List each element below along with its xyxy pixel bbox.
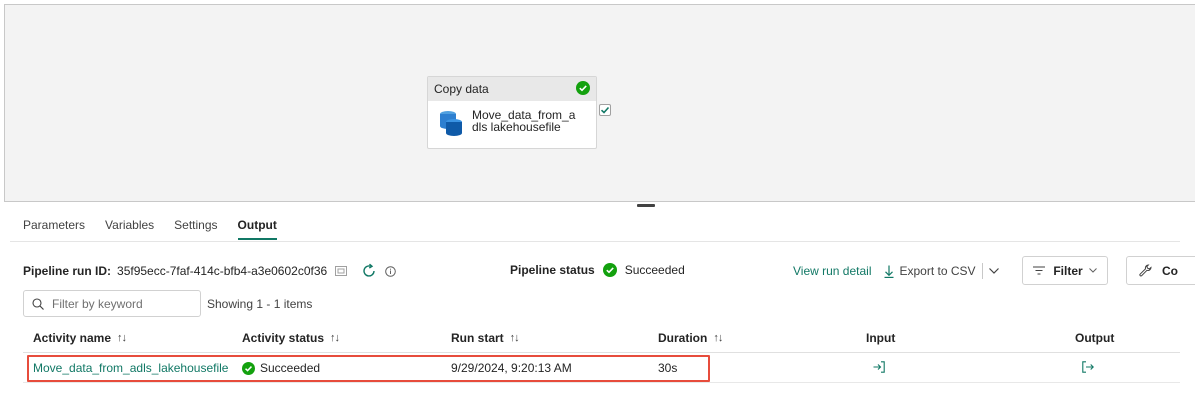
search-input[interactable] — [50, 295, 190, 312]
pipeline-status: Pipeline status Succeeded — [510, 263, 685, 277]
activity-node-name: Move_data_from_a dls lakehousefile — [472, 108, 576, 134]
bottom-panel-tabs: Parameters Variables Settings Output — [23, 218, 297, 240]
chevron-down-icon — [1088, 268, 1097, 273]
download-icon — [884, 265, 894, 278]
toolbar-separator — [981, 263, 983, 279]
table-row-divider — [23, 382, 1180, 383]
columns-button[interactable]: Co — [1126, 256, 1195, 285]
activity-select-checkbox[interactable] — [599, 104, 611, 116]
column-header-run-start[interactable]: Run start ↑↓ — [451, 331, 520, 345]
activity-type-label: Copy data — [434, 82, 489, 96]
panel-resize-handle[interactable] — [637, 204, 655, 207]
filter-button[interactable]: Filter — [1022, 256, 1108, 285]
columns-label: Co — [1162, 263, 1178, 278]
sort-icon: ↑↓ — [713, 332, 723, 344]
run-id-label: Pipeline run ID: — [23, 264, 112, 278]
column-header-duration[interactable]: Duration ↑↓ — [658, 331, 723, 345]
output-toolbar: View run detail Export to CSV — [793, 256, 999, 286]
view-run-detail-link[interactable]: View run detail — [793, 264, 872, 278]
column-header-input: Input — [866, 331, 895, 345]
items-count: Showing 1 - 1 items — [207, 297, 313, 311]
column-header-label: Activity name — [33, 331, 112, 345]
keyword-filter-box[interactable] — [23, 290, 201, 317]
copy-data-activity-node[interactable]: Copy data Move_data_from_a dls lakehouse… — [427, 76, 597, 149]
sort-icon: ↑↓ — [330, 332, 340, 344]
success-icon — [602, 263, 617, 277]
column-header-label: Activity status — [242, 331, 325, 345]
highlight-box — [27, 355, 710, 382]
pipeline-canvas[interactable] — [4, 4, 1195, 202]
column-header-label: Input — [866, 331, 896, 345]
pipeline-run-id: Pipeline run ID: 35f95ecc-7faf-414c-bfb4… — [23, 263, 396, 279]
sort-icon: ↑↓ — [509, 332, 520, 344]
status-label: Pipeline status — [510, 263, 595, 277]
more-options-dropdown[interactable] — [988, 268, 999, 274]
tab-settings[interactable]: Settings — [174, 218, 217, 240]
column-header-output: Output — [1075, 331, 1114, 345]
column-header-label: Duration — [658, 331, 708, 345]
tab-variables[interactable]: Variables — [105, 218, 154, 240]
refresh-icon[interactable] — [361, 263, 377, 279]
input-icon[interactable] — [873, 361, 885, 373]
copy-data-icon — [438, 109, 464, 140]
wrench-icon — [1139, 264, 1152, 277]
column-header-activity-status[interactable]: Activity status ↑↓ — [242, 331, 340, 345]
column-header-label: Output — [1075, 331, 1115, 345]
chevron-down-icon — [988, 268, 999, 274]
filter-label: Filter — [1053, 263, 1083, 278]
filter-icon — [1033, 266, 1046, 275]
search-icon — [32, 297, 44, 310]
success-check-icon — [576, 80, 590, 98]
tab-output[interactable]: Output — [237, 218, 277, 240]
tabs-divider — [10, 241, 1180, 242]
column-header-activity-name[interactable]: Activity name ↑↓ — [33, 331, 127, 345]
column-header-label: Run start — [451, 331, 504, 345]
info-icon[interactable] — [385, 265, 396, 277]
status-value: Succeeded — [624, 263, 685, 277]
run-id-value: 35f95ecc-7faf-414c-bfb4-a3e0602c0f36 — [117, 264, 328, 278]
activity-node-header: Copy data — [428, 77, 596, 101]
copy-icon[interactable] — [335, 266, 348, 276]
table-header-divider — [23, 352, 1180, 353]
export-csv-label: Export to CSV — [899, 264, 976, 278]
tab-parameters[interactable]: Parameters — [23, 218, 85, 240]
output-icon[interactable] — [1082, 361, 1094, 373]
export-csv-button[interactable]: Export to CSV — [884, 264, 976, 278]
sort-icon: ↑↓ — [117, 332, 127, 344]
